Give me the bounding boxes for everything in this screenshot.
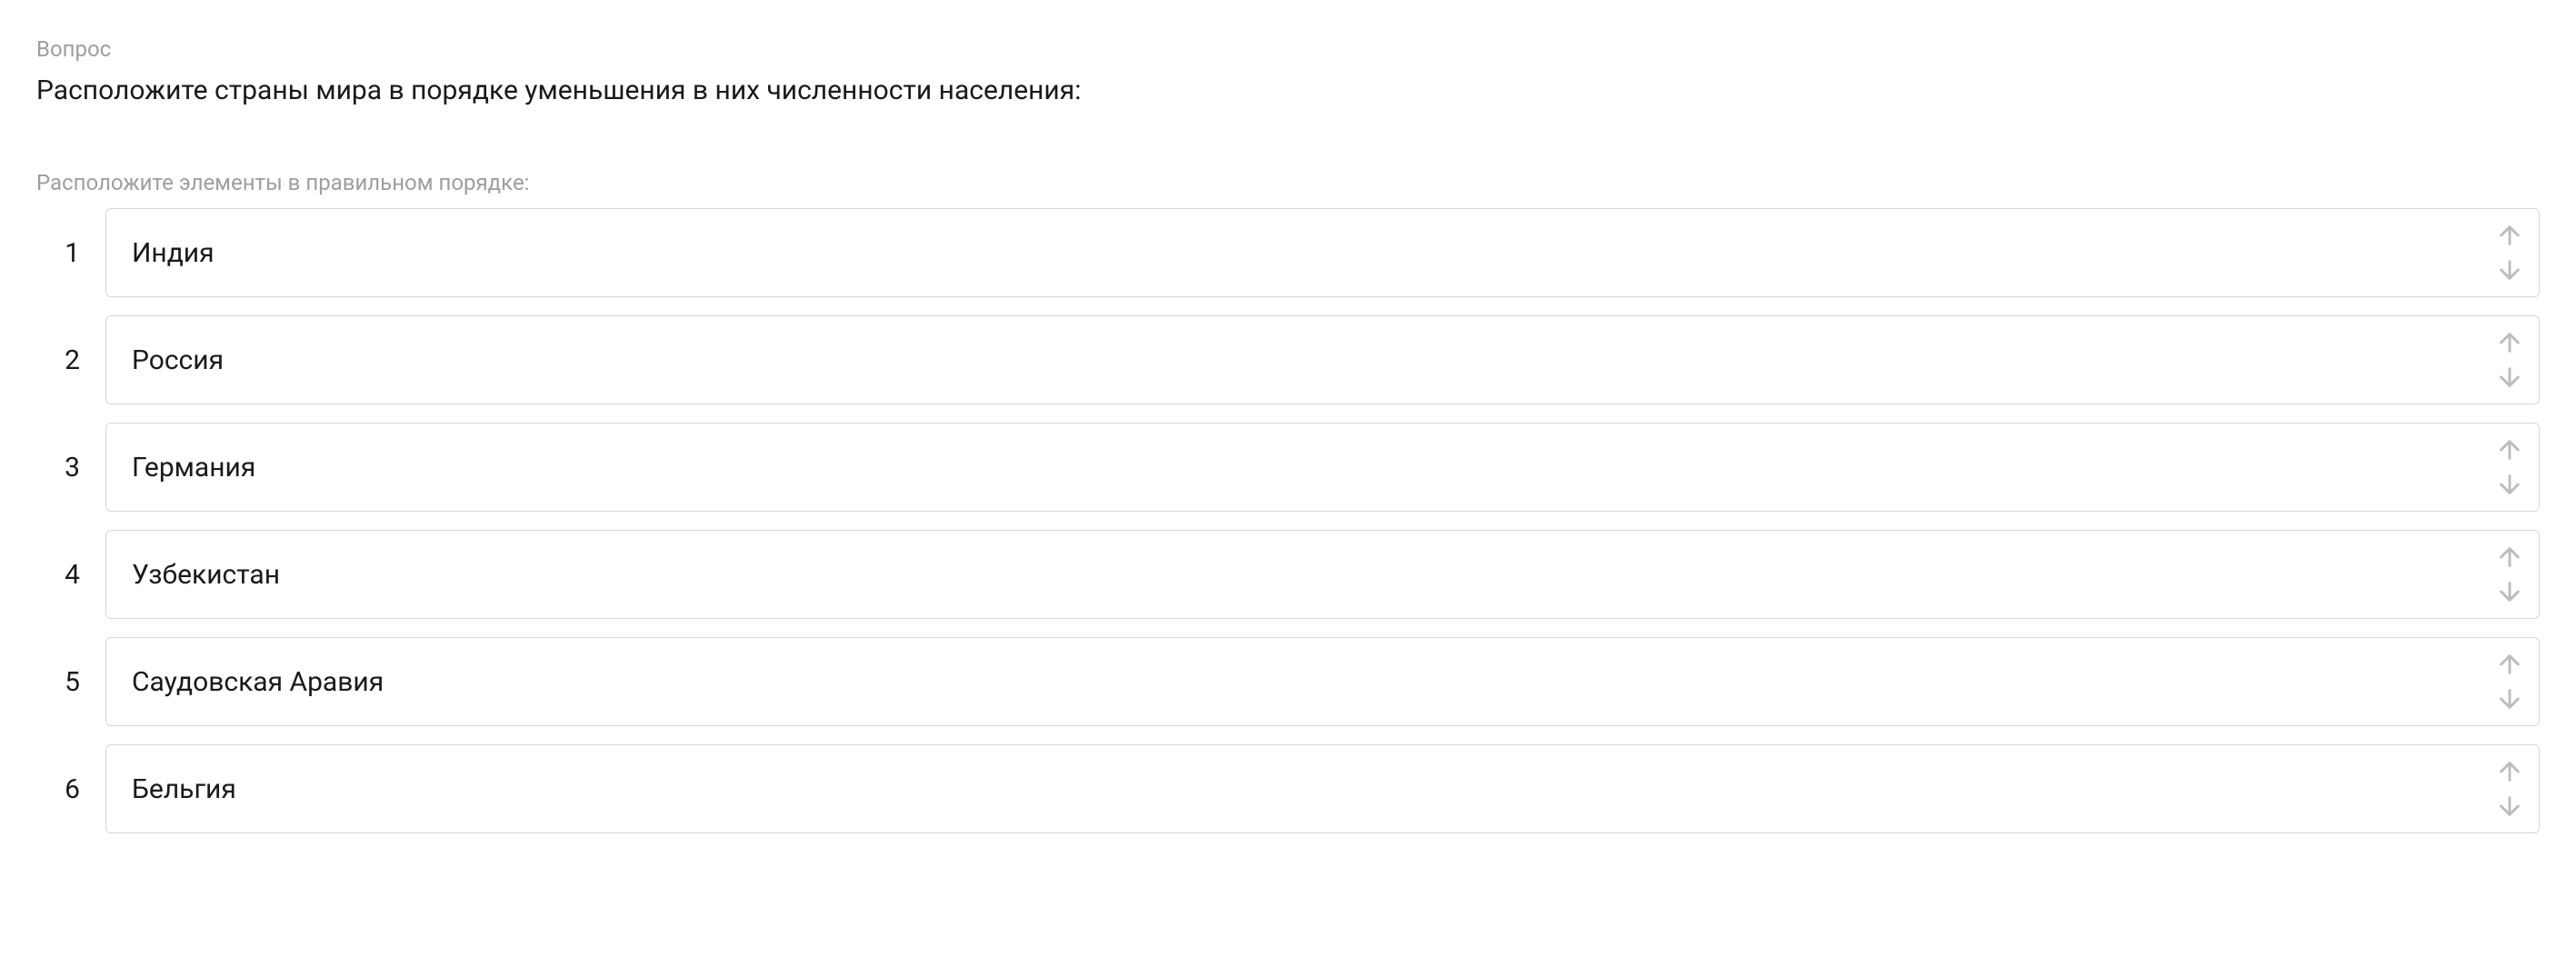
ranking-item[interactable]: Россия — [105, 315, 2540, 404]
move-up-button[interactable] — [2493, 541, 2526, 573]
move-down-button[interactable] — [2493, 361, 2526, 394]
arrow-up-icon — [2495, 221, 2524, 250]
arrow-controls — [2488, 319, 2531, 401]
move-up-button[interactable] — [2493, 434, 2526, 466]
move-down-button[interactable] — [2493, 790, 2526, 822]
ranking-item[interactable]: Узбекистан — [105, 530, 2540, 619]
arrow-up-icon — [2495, 757, 2524, 786]
move-down-button[interactable] — [2493, 254, 2526, 286]
ranking-number: 2 — [36, 344, 80, 376]
arrow-down-icon — [2495, 792, 2524, 821]
ranking-item[interactable]: Индия — [105, 208, 2540, 297]
arrow-down-icon — [2495, 363, 2524, 392]
ranking-item-label: Бельгия — [132, 773, 236, 805]
ranking-number: 1 — [36, 237, 80, 269]
move-down-button[interactable] — [2493, 683, 2526, 715]
arrow-up-icon — [2495, 328, 2524, 357]
arrow-down-icon — [2495, 684, 2524, 713]
move-up-button[interactable] — [2493, 219, 2526, 252]
ranking-item-label: Россия — [132, 344, 224, 376]
ranking-row: 4 Узбекистан — [36, 530, 2540, 619]
arrow-down-icon — [2495, 255, 2524, 284]
arrow-controls — [2488, 212, 2531, 294]
arrow-up-icon — [2495, 543, 2524, 572]
move-down-button[interactable] — [2493, 575, 2526, 608]
ranking-row: 2 Россия — [36, 315, 2540, 404]
arrow-controls — [2488, 426, 2531, 508]
ranking-number: 6 — [36, 773, 80, 805]
arrow-up-icon — [2495, 435, 2524, 464]
ranking-row: 1 Индия — [36, 208, 2540, 297]
ranking-item-label: Узбекистан — [132, 559, 280, 591]
arrow-down-icon — [2495, 577, 2524, 606]
ranking-list: 1 Индия 2 Россия — [36, 208, 2540, 833]
ranking-row: 5 Саудовская Аравия — [36, 637, 2540, 726]
instruction-label: Расположите элементы в правильном порядк… — [36, 170, 2540, 195]
move-down-button[interactable] — [2493, 468, 2526, 501]
arrow-controls — [2488, 533, 2531, 615]
ranking-row: 6 Бельгия — [36, 744, 2540, 833]
ranking-row: 3 Германия — [36, 423, 2540, 512]
question-label: Вопрос — [36, 36, 2540, 62]
question-text: Расположите страны мира в порядке уменьш… — [36, 75, 2540, 106]
ranking-number: 5 — [36, 666, 80, 698]
ranking-number: 3 — [36, 452, 80, 484]
ranking-item[interactable]: Бельгия — [105, 744, 2540, 833]
ranking-item[interactable]: Германия — [105, 423, 2540, 512]
ranking-number: 4 — [36, 559, 80, 591]
arrow-controls — [2488, 748, 2531, 830]
arrow-controls — [2488, 641, 2531, 723]
ranking-item-label: Индия — [132, 237, 215, 269]
ranking-item[interactable]: Саудовская Аравия — [105, 637, 2540, 726]
move-up-button[interactable] — [2493, 326, 2526, 359]
move-up-button[interactable] — [2493, 648, 2526, 681]
ranking-item-label: Саудовская Аравия — [132, 666, 384, 698]
move-up-button[interactable] — [2493, 755, 2526, 788]
ranking-item-label: Германия — [132, 452, 255, 484]
arrow-up-icon — [2495, 650, 2524, 679]
arrow-down-icon — [2495, 470, 2524, 499]
